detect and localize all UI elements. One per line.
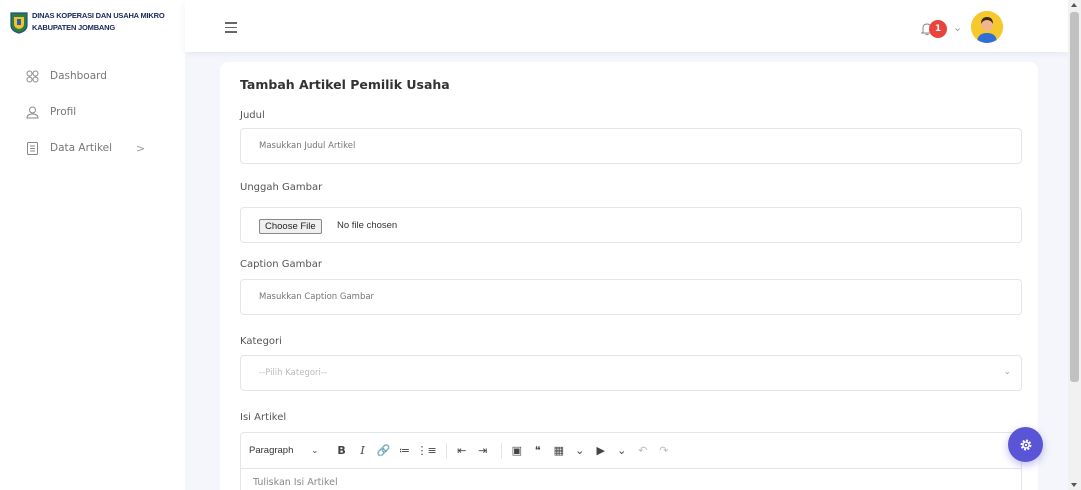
outdent-icon[interactable]: ⇤	[453, 442, 471, 460]
avatar[interactable]	[971, 11, 1003, 43]
brand[interactable]: DINAS KOPERASI DAN USAHA MIKRO KABUPATEN…	[10, 10, 180, 46]
editor-content[interactable]: Tuliskan Isi Artikel	[241, 469, 1021, 490]
chevron-down-icon: ⌄	[1003, 367, 1011, 377]
image-icon[interactable]: ▣	[508, 442, 526, 460]
paragraph-select[interactable]: Paragraph	[249, 445, 311, 456]
file-upload-field[interactable]: Choose File No file chosen	[240, 207, 1022, 243]
kategori-select[interactable]: --Pilih Kategori-- ⌄	[240, 355, 1022, 391]
user-avatar-icon	[971, 11, 1003, 43]
editor-toolbar: Paragraph ⌄ B I 🔗 ≔ ⋮≡ ⇤ ⇥ ▣ ❝ ▦ ⌄ ▶ ⌄ ↶…	[241, 433, 1021, 469]
scroll-up-arrow-icon[interactable]	[1071, 3, 1077, 7]
link-icon[interactable]: 🔗	[375, 442, 393, 460]
chevron-down-icon[interactable]: ⌄	[311, 446, 319, 456]
kategori-label: Kategori	[240, 336, 282, 347]
scrollbar-thumb[interactable]	[1070, 12, 1079, 382]
toolbar-divider	[500, 442, 502, 459]
sidebar-nav: Dashboard Profil Data Artikel >	[0, 58, 185, 166]
sidebar-item-label: Dashboard	[50, 70, 107, 82]
chevron-down-icon[interactable]: ⌄	[953, 21, 962, 34]
sidebar-item-data-artikel[interactable]: Data Artikel >	[0, 130, 185, 166]
rich-text-editor[interactable]: Paragraph ⌄ B I 🔗 ≔ ⋮≡ ⇤ ⇥ ▣ ❝ ▦ ⌄ ▶ ⌄ ↶…	[240, 432, 1022, 490]
user-icon	[26, 106, 39, 118]
chevron-down-icon[interactable]: ⌄	[571, 442, 589, 460]
gambar-label: Unggah Gambar	[240, 182, 323, 193]
judul-input[interactable]	[241, 129, 1021, 163]
toolbar-divider	[445, 442, 447, 459]
indent-icon[interactable]: ⇥	[474, 442, 492, 460]
settings-button[interactable]	[1008, 427, 1043, 462]
redo-icon[interactable]: ↷	[655, 442, 673, 460]
kategori-select-value: --Pilih Kategori--	[259, 368, 328, 378]
grid-icon	[26, 70, 39, 82]
caption-field[interactable]	[240, 279, 1022, 315]
media-embed-icon[interactable]: ▶	[592, 442, 610, 460]
chevron-down-icon[interactable]: ⌄	[613, 442, 631, 460]
page-scrollbar[interactable]	[1068, 0, 1081, 490]
blockquote-icon[interactable]: ❝	[529, 442, 547, 460]
table-icon[interactable]: ▦	[550, 442, 568, 460]
gear-icon	[1020, 439, 1031, 450]
top-header: 1 ⌄	[185, 0, 1068, 52]
italic-button[interactable]: I	[354, 442, 372, 460]
article-form-card: Tambah Artikel Pemilik Usaha Judul Ungga…	[220, 62, 1038, 490]
brand-line-1: DINAS KOPERASI DAN USAHA MIKRO	[32, 11, 165, 20]
page-title: Tambah Artikel Pemilik Usaha	[240, 77, 450, 92]
judul-label: Judul	[240, 110, 265, 121]
choose-file-button[interactable]: Choose File	[259, 219, 322, 234]
sidebar-item-label: Data Artikel	[50, 142, 113, 154]
brand-text: DINAS KOPERASI DAN USAHA MIKRO KABUPATEN…	[32, 10, 165, 34]
file-status: No file chosen	[337, 220, 398, 231]
menu-toggle-icon[interactable]	[225, 22, 237, 33]
sidebar-item-dashboard[interactable]: Dashboard	[0, 58, 185, 94]
chevron-right-icon: >	[136, 141, 146, 155]
sidebar: DINAS KOPERASI DAN USAHA MIKRO KABUPATEN…	[0, 0, 185, 490]
notification-badge[interactable]: 1	[929, 20, 947, 38]
sidebar-item-label: Profil	[50, 106, 77, 118]
brand-line-2: KABUPATEN JOMBANG	[32, 23, 115, 32]
caption-label: Caption Gambar	[240, 259, 322, 270]
caption-input[interactable]	[241, 280, 1021, 314]
sidebar-item-profil[interactable]: Profil	[0, 94, 185, 130]
kabupaten-logo-icon	[10, 12, 28, 34]
bold-button[interactable]: B	[333, 442, 351, 460]
isi-label: Isi Artikel	[240, 412, 287, 423]
scroll-down-arrow-icon[interactable]	[1071, 483, 1077, 487]
bullet-list-icon[interactable]: ≔	[396, 442, 414, 460]
numbered-list-icon[interactable]: ⋮≡	[417, 442, 437, 460]
undo-icon[interactable]: ↶	[634, 442, 652, 460]
document-icon	[27, 141, 38, 155]
judul-field[interactable]	[240, 128, 1022, 164]
